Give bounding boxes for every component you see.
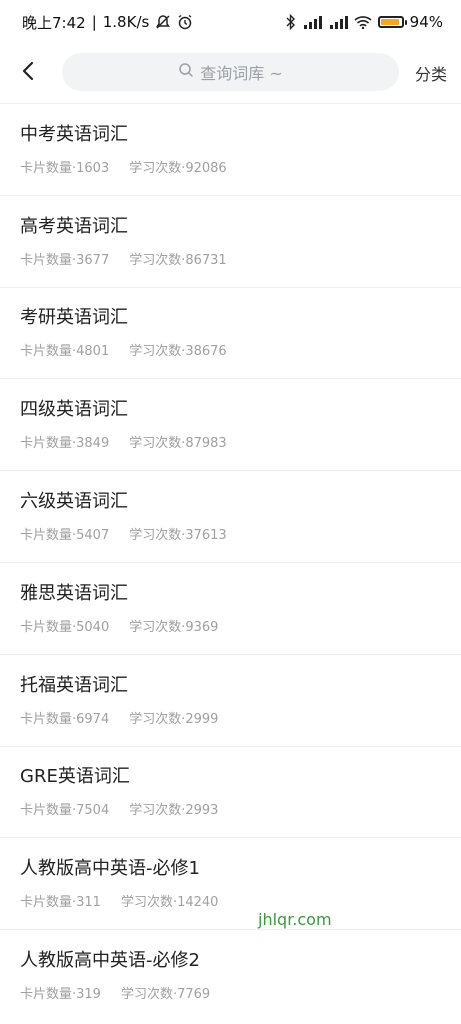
- card-count: 卡片数量·5040: [20, 619, 110, 635]
- list-item[interactable]: 六级英语词汇卡片数量·5407 学习次数·37613: [0, 470, 461, 562]
- study-count: 学习次数·9369: [129, 619, 219, 635]
- card-count: 卡片数量·3677: [20, 252, 110, 268]
- item-title: 雅思英语词汇: [20, 582, 128, 604]
- list-item[interactable]: 考研英语词汇卡片数量·4801 学习次数·38676: [0, 286, 461, 379]
- battery-icon: [377, 16, 407, 28]
- status-time: 晚上7:42: [22, 13, 86, 32]
- battery-fill: [380, 19, 400, 25]
- item-meta: 卡片数量·6974 学习次数·2999: [20, 708, 441, 727]
- study-count: 学习次数·14240: [120, 895, 219, 911]
- item-meta: 卡片数量·3677 学习次数·86731: [20, 249, 441, 268]
- list-item[interactable]: 高考英语词汇卡片数量·3677 学习次数·86731: [0, 194, 461, 287]
- item-meta: 卡片数量·319 学习次数·7769: [20, 983, 441, 1002]
- list-item[interactable]: 托福英语词汇卡片数量·6974 学习次数·2999: [0, 653, 461, 746]
- item-title: 人教版高中英语-必修1: [20, 858, 200, 880]
- signal-2-icon: [328, 15, 348, 29]
- item-title: 高考英语词汇: [20, 215, 128, 237]
- study-count: 学习次数·92086: [129, 160, 227, 176]
- status-bar: 晚上7:42 | 1.8K/s 94%: [0, 0, 461, 44]
- item-meta: 卡片数量·3849 学习次数·87983: [20, 432, 441, 451]
- item-title: 人教版高中英语-必修2: [20, 950, 200, 972]
- status-right: 94%: [286, 13, 443, 31]
- wifi-icon: [354, 15, 372, 29]
- card-count: 卡片数量·4801: [20, 344, 110, 360]
- list-item[interactable]: 雅思英语词汇卡片数量·5040 学习次数·9369: [0, 561, 461, 654]
- list-item[interactable]: 人教版高中英语-必修2 卡片数量·319 学习次数·7769: [0, 929, 461, 1021]
- item-meta: 卡片数量·311 学习次数·14240: [20, 891, 441, 910]
- card-count: 卡片数量·311: [20, 895, 101, 911]
- study-count: 学习次数·2993: [129, 803, 219, 819]
- item-meta: 卡片数量·5407 学习次数·37613: [20, 524, 441, 543]
- bluetooth-icon: [286, 14, 296, 30]
- study-count: 学习次数·37613: [129, 528, 227, 544]
- study-count: 学习次数·87983: [129, 436, 227, 452]
- list-item[interactable]: GRE英语词汇卡片数量·7504 学习次数·2993: [0, 745, 461, 838]
- card-count: 卡片数量·7504: [20, 803, 110, 819]
- card-count: 卡片数量·3849: [20, 436, 110, 452]
- card-count: 卡片数量·6974: [20, 711, 110, 727]
- item-title: 托福英语词汇: [20, 674, 128, 696]
- status-divider: |: [91, 13, 97, 31]
- study-count: 学习次数·2999: [129, 711, 219, 727]
- watermark: jhlqr.com: [258, 910, 332, 929]
- header: 查询词库 ~ 分类: [0, 44, 461, 102]
- item-meta: 卡片数量·1603 学习次数·92086: [20, 157, 441, 176]
- item-meta: 卡片数量·5040 学习次数·9369: [20, 616, 441, 635]
- search-icon: [178, 62, 194, 82]
- category-button[interactable]: 分类: [415, 44, 447, 102]
- status-speed: 1.8K/s: [102, 13, 150, 31]
- card-count: 卡片数量·319: [20, 987, 101, 1003]
- back-button[interactable]: [0, 44, 56, 102]
- item-title: 六级英语词汇: [20, 491, 128, 513]
- study-count: 学习次数·7769: [120, 987, 211, 1003]
- search-input[interactable]: 查询词库 ~: [62, 53, 399, 91]
- card-count: 卡片数量·5407: [20, 528, 110, 544]
- study-count: 学习次数·86731: [129, 252, 227, 268]
- item-title: 中考英语词汇: [20, 123, 128, 145]
- list-item[interactable]: 中考英语词汇卡片数量·1603 学习次数·92086: [0, 103, 461, 195]
- search-placeholder: 查询词库 ~: [200, 64, 283, 83]
- item-title: 考研英语词汇: [20, 307, 128, 329]
- alarm-icon: [177, 14, 193, 30]
- item-meta: 卡片数量·7504 学习次数·2993: [20, 799, 441, 818]
- item-title: 四级英语词汇: [20, 399, 128, 421]
- battery-percent: 94%: [409, 13, 443, 31]
- status-left: 晚上7:42 | 1.8K/s: [22, 12, 193, 33]
- list-item[interactable]: 人教版高中英语-必修1 卡片数量·311 学习次数·14240: [0, 837, 461, 929]
- signal-1-icon: [302, 15, 322, 29]
- list-item[interactable]: 四级英语词汇卡片数量·3849 学习次数·87983: [0, 378, 461, 470]
- vocabulary-list: 中考英语词汇卡片数量·1603 学习次数·92086 高考英语词汇卡片数量·3677…: [0, 103, 461, 1021]
- chevron-left-icon: [21, 61, 35, 85]
- card-count: 卡片数量·1603: [20, 160, 110, 176]
- study-count: 学习次数·38676: [129, 344, 227, 360]
- mute-bell-icon: [155, 14, 171, 30]
- item-title: GRE英语词汇: [20, 766, 130, 788]
- item-meta: 卡片数量·4801 学习次数·38676: [20, 340, 441, 359]
